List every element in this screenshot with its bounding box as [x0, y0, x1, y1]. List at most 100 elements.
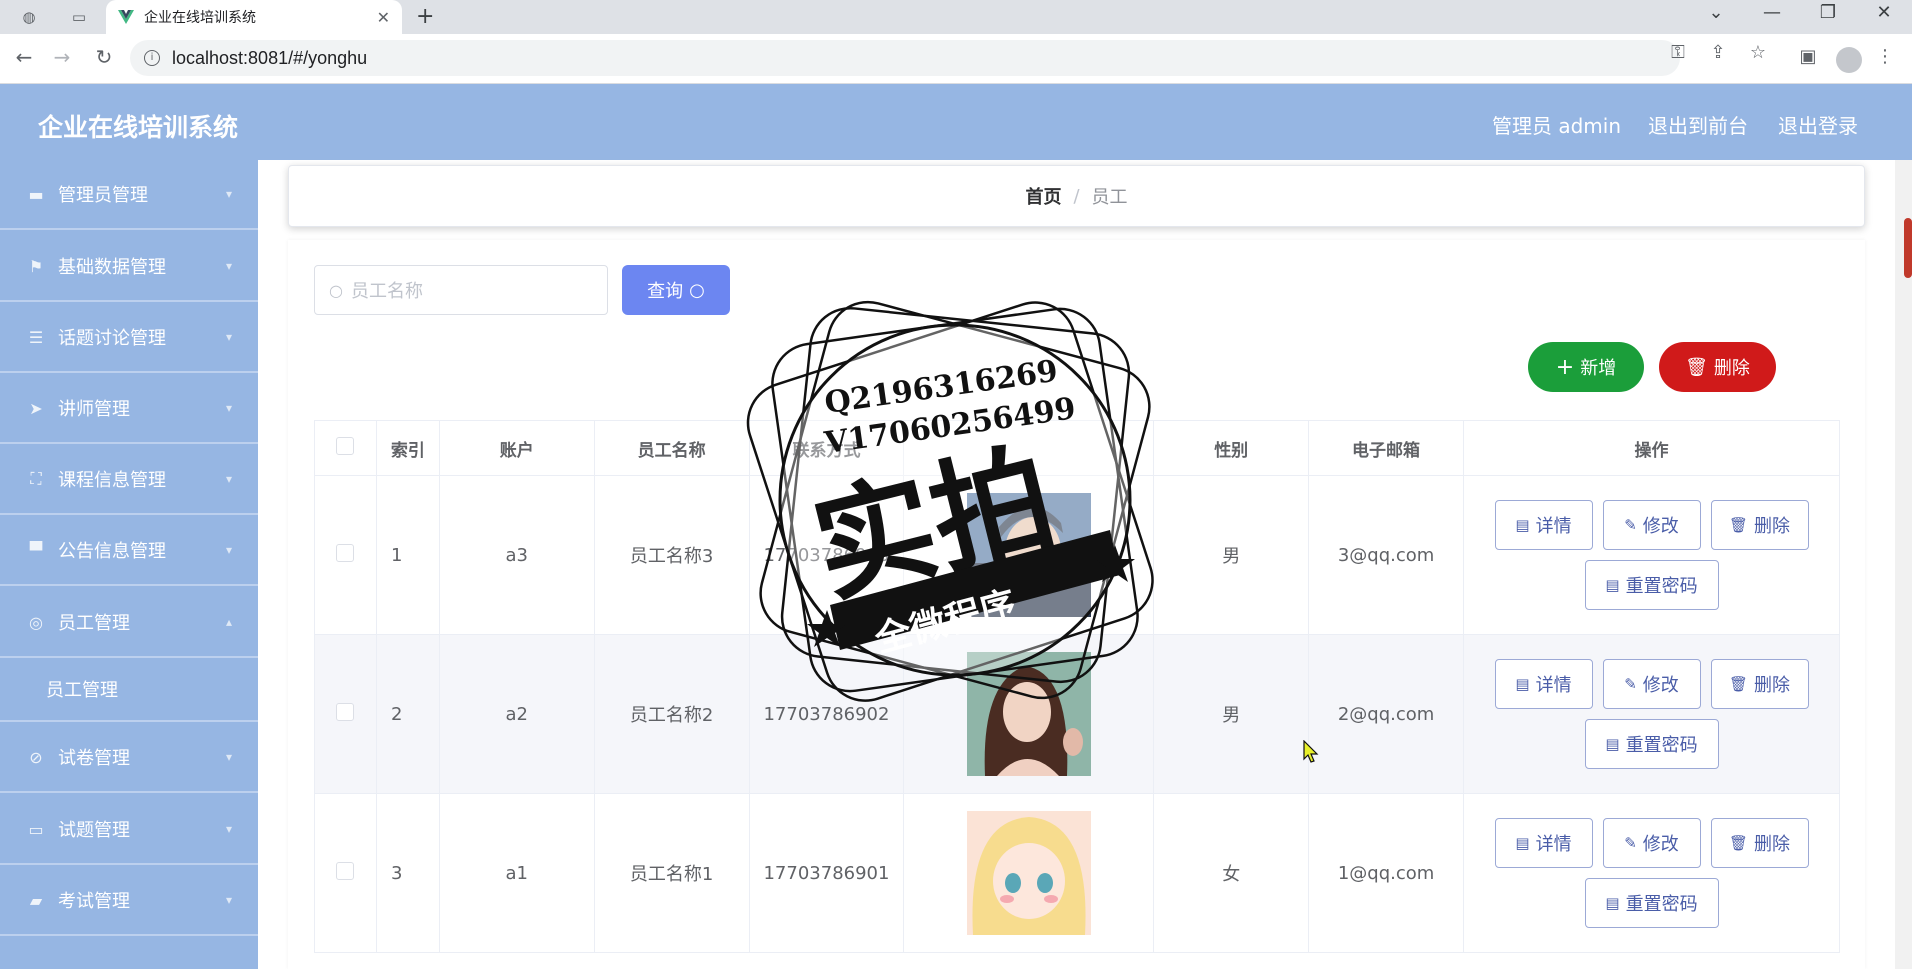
reset-password-label: 重置密码: [1625, 894, 1698, 915]
column-header: 操作: [1463, 420, 1840, 476]
send-icon: ➤: [29, 398, 43, 418]
select-all-cell: [314, 420, 377, 476]
laptop-icon: ▀: [29, 540, 43, 560]
employee-photo[interactable]: [966, 811, 1091, 935]
document-icon: ▤: [1605, 894, 1620, 912]
sidebar-item-label: 话题讨论管理: [58, 328, 166, 349]
profile-avatar-icon[interactable]: [1836, 47, 1862, 73]
table-row: 3 a1 员工名称1 17703786901 女 1@qq.com ▤ 详情 ✎…: [314, 793, 1840, 953]
reset-password-label: 重置密码: [1625, 735, 1698, 756]
chevron-down-icon[interactable]: ⌄: [1696, 2, 1736, 23]
row-checkbox[interactable]: [336, 543, 355, 562]
scrollbar-thumb[interactable]: [1904, 218, 1912, 278]
vue-logo-icon: [118, 10, 134, 24]
star-icon[interactable]: ☆: [1746, 42, 1770, 63]
globe-icon: ◎: [29, 612, 43, 632]
phone-cell: 17703786903: [748, 475, 905, 635]
sidebar-item-exam[interactable]: ▰ 考试管理 ▾: [0, 866, 258, 936]
chevron-down-icon: ▾: [225, 187, 232, 201]
search-input[interactable]: ○ 员工名称: [314, 265, 608, 315]
sidebar-item-paper[interactable]: ⊘ 试卷管理 ▾: [0, 723, 258, 793]
restore-icon[interactable]: ❐: [1808, 2, 1848, 23]
delete-button[interactable]: 🗑 删除: [1710, 818, 1809, 868]
row-select-cell: [314, 793, 377, 953]
column-header: 电子邮箱: [1308, 420, 1465, 476]
key-icon[interactable]: ⚿: [1666, 42, 1690, 63]
row-select-cell: [314, 634, 377, 794]
row-select-cell: [314, 475, 377, 635]
app-title: 企业在线培训系统: [38, 113, 239, 142]
minimize-icon[interactable]: —: [1752, 2, 1792, 23]
employee-photo[interactable]: [966, 493, 1091, 617]
photo-cell: [903, 475, 1155, 635]
tab-page-icon[interactable]: ▭: [66, 5, 92, 29]
pencil-icon: ✎: [1624, 675, 1637, 693]
browser-tab-bar: ◍ ▭ 企业在线培训系统 ✕ + ⌄ — ❐ ✕: [0, 0, 1912, 34]
url-field[interactable]: i localhost:8081/#/yonghu: [130, 40, 1680, 76]
reset-password-button[interactable]: ▤ 重置密码: [1584, 560, 1719, 610]
info-icon[interactable]: i: [144, 50, 160, 66]
close-icon[interactable]: ✕: [377, 8, 390, 27]
reset-password-button[interactable]: ▤ 重置密码: [1584, 719, 1719, 769]
chevron-down-icon: ▾: [225, 750, 232, 764]
sidebar-item-topics[interactable]: ☰ 话题讨论管理 ▾: [0, 303, 258, 373]
delete-button[interactable]: 🗑 删除: [1710, 500, 1809, 550]
detail-button[interactable]: ▤ 详情: [1494, 818, 1593, 868]
table-row: 2 a2 员工名称2 17703786902 男 2@qq.com ▤ 详情 ✎ 修…: [314, 634, 1840, 794]
edit-label: 修改: [1642, 834, 1679, 855]
chevron-down-icon: ▾: [225, 472, 232, 486]
sidebar-item-basic-data[interactable]: ⚑ 基础数据管理 ▾: [0, 232, 258, 302]
row-checkbox[interactable]: [336, 702, 355, 721]
delete-label: 删除: [1754, 516, 1791, 537]
new-tab-icon[interactable]: +: [416, 4, 434, 29]
back-icon[interactable]: ←: [10, 45, 38, 69]
browser-tab[interactable]: 企业在线培训系统 ✕: [106, 0, 402, 34]
admin-label: 管理员 admin: [1492, 114, 1622, 138]
reload-icon[interactable]: ↻: [90, 45, 118, 69]
more-menu-icon[interactable]: ⋮: [1872, 46, 1898, 67]
add-button[interactable]: + 新增: [1528, 342, 1644, 392]
sidebar-item-employee[interactable]: ◎ 员工管理 ▴: [0, 588, 258, 658]
share-icon[interactable]: ⇪: [1706, 42, 1730, 63]
column-header: 性别: [1153, 420, 1310, 476]
query-button[interactable]: 查询 ○: [622, 265, 730, 315]
globe-icon[interactable]: ◍: [16, 5, 42, 29]
email-cell: 3@qq.com: [1308, 475, 1465, 635]
chat-icon: ▭: [28, 819, 44, 839]
document-icon: ▤: [1605, 735, 1620, 753]
sidebar-item-admin[interactable]: ▬ 管理员管理 ▾: [0, 160, 258, 230]
edit-button[interactable]: ✎ 修改: [1602, 500, 1701, 550]
photo-cell: [903, 793, 1155, 953]
row-checkbox[interactable]: [336, 861, 355, 880]
search-icon: ○: [329, 280, 343, 300]
delete-button[interactable]: 🗑 删除: [1710, 659, 1809, 709]
compass-icon: ⊘: [29, 747, 43, 767]
sidebar-item-label: 试题管理: [58, 820, 130, 841]
reset-password-button[interactable]: ▤ 重置密码: [1584, 878, 1719, 928]
employee-photo[interactable]: [966, 652, 1091, 776]
column-header: 员工名称: [593, 420, 750, 476]
detail-button[interactable]: ▤ 详情: [1494, 500, 1593, 550]
logout-link[interactable]: 退出登录: [1778, 110, 1858, 139]
table-row: 1 a3 员工名称3 17703786903 男 3@qq.com ▤ 详情 ✎ 修…: [314, 475, 1840, 635]
edit-button[interactable]: ✎ 修改: [1602, 659, 1701, 709]
exit-to-front-link[interactable]: 退出到前台: [1648, 110, 1748, 139]
sidebar-toggle-icon[interactable]: ▣: [1795, 46, 1821, 67]
select-all-checkbox[interactable]: [336, 436, 355, 455]
sidebar-subitem-employee[interactable]: 员工管理: [0, 658, 258, 722]
sidebar-item-notice[interactable]: ▀ 公告信息管理 ▾: [0, 516, 258, 586]
app-header: 企业在线培训系统 管理员 admin 退出到前台 退出登录: [0, 84, 1912, 160]
sidebar-item-course[interactable]: ⛶ 课程信息管理 ▾: [0, 445, 258, 515]
batch-delete-button[interactable]: 🗑 删除: [1659, 342, 1776, 392]
operations-cell: ▤ 详情 ✎ 修改 🗑 删除 ▤ 重置密码: [1463, 475, 1840, 635]
sidebar-item-question[interactable]: ▭ 试题管理 ▾: [0, 795, 258, 865]
edit-label: 修改: [1642, 516, 1679, 537]
detail-button[interactable]: ▤ 详情: [1494, 659, 1593, 709]
edit-button[interactable]: ✎ 修改: [1602, 818, 1701, 868]
breadcrumb-home[interactable]: 首页: [1025, 183, 1061, 209]
scrollbar[interactable]: [1895, 160, 1912, 969]
sidebar-item-lecturer[interactable]: ➤ 讲师管理 ▾: [0, 374, 258, 444]
forward-icon[interactable]: →: [48, 45, 76, 69]
chevron-down-icon: ▾: [225, 401, 232, 415]
window-close-icon[interactable]: ✕: [1864, 2, 1904, 23]
